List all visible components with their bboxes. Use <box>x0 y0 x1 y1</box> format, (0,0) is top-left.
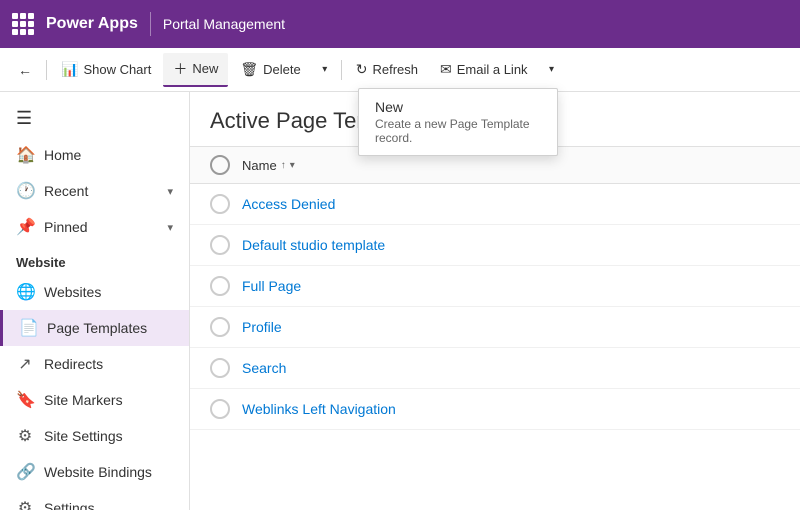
email-icon: ✉ <box>440 61 452 78</box>
portal-name: Portal Management <box>163 16 285 32</box>
new-dropdown-item[interactable]: New Create a new Page Template record. <box>359 93 557 151</box>
row-checkbox-2[interactable] <box>210 276 230 296</box>
row-link-0[interactable]: Access Denied <box>242 196 335 212</box>
cmd-separator-1 <box>46 60 47 80</box>
sidebar-item-site-markers[interactable]: 🔖 Site Markers <box>0 382 189 418</box>
site-settings-icon: ⚙ <box>16 426 34 446</box>
row-checkbox-0[interactable] <box>210 194 230 214</box>
column-name-header[interactable]: Name ↑ ▾ <box>242 158 295 173</box>
table-row: Default studio template <box>190 225 800 266</box>
pinned-icon: 📌 <box>16 217 34 237</box>
table-row: Access Denied <box>190 184 800 225</box>
table-row: Full Page <box>190 266 800 307</box>
app-launcher-icon[interactable] <box>12 13 34 35</box>
row-link-3[interactable]: Profile <box>242 319 282 335</box>
new-dropdown-popup: New Create a new Page Template record. <box>358 88 558 156</box>
sidebar-item-settings[interactable]: ⚙ Settings <box>0 490 189 510</box>
row-checkbox-4[interactable] <box>210 358 230 378</box>
app-name: Power Apps <box>46 15 138 33</box>
delete-chevron-button[interactable]: ▾ <box>313 56 337 84</box>
email-link-button[interactable]: ✉ Email a Link <box>430 55 538 84</box>
dropdown-item-desc: Create a new Page Template record. <box>375 117 541 145</box>
row-checkbox-1[interactable] <box>210 235 230 255</box>
websites-icon: 🌐 <box>16 282 34 302</box>
row-link-2[interactable]: Full Page <box>242 278 301 294</box>
website-bindings-icon: 🔗 <box>16 462 34 482</box>
command-bar: ← 📊 Show Chart ＋ New 🗑 Delete ▾ ↻ Refres… <box>0 48 800 92</box>
redirects-icon: ↗ <box>16 354 34 374</box>
table-row: Weblinks Left Navigation <box>190 389 800 430</box>
home-icon: 🏠 <box>16 145 34 165</box>
sidebar-item-home[interactable]: 🏠 Home <box>0 137 189 173</box>
cmd-separator-2 <box>341 60 342 80</box>
sidebar-section-website: Website <box>0 245 189 274</box>
back-icon: ← <box>18 62 32 78</box>
hamburger-icon: ☰ <box>16 108 32 129</box>
sidebar-item-website-bindings[interactable]: 🔗 Website Bindings <box>0 454 189 490</box>
sidebar-item-site-settings[interactable]: ⚙ Site Settings <box>0 418 189 454</box>
dropdown-item-title: New <box>375 99 541 115</box>
refresh-icon: ↻ <box>356 61 368 78</box>
sidebar-item-recent[interactable]: 🕐 Recent ▾ <box>0 173 189 209</box>
plus-icon: ＋ <box>173 59 187 79</box>
table-row: Profile <box>190 307 800 348</box>
topbar-divider <box>150 12 151 36</box>
sort-asc-icon: ↑ <box>281 160 286 171</box>
site-markers-icon: 🔖 <box>16 390 34 410</box>
show-chart-button[interactable]: 📊 Show Chart <box>51 55 161 84</box>
recent-expand-icon: ▾ <box>167 185 173 198</box>
refresh-button[interactable]: ↻ Refresh <box>346 55 428 84</box>
row-link-5[interactable]: Weblinks Left Navigation <box>242 401 396 417</box>
new-button[interactable]: ＋ New <box>163 53 228 87</box>
sidebar-hamburger-button[interactable]: ☰ <box>0 100 189 137</box>
more-chevron-button[interactable]: ▾ <box>540 56 564 84</box>
sidebar-item-pinned[interactable]: 📌 Pinned ▾ <box>0 209 189 245</box>
pinned-expand-icon: ▾ <box>167 221 173 234</box>
sidebar-item-page-templates[interactable]: 📄 Page Templates <box>0 310 189 346</box>
sidebar-item-redirects[interactable]: ↗ Redirects <box>0 346 189 382</box>
row-link-1[interactable]: Default studio template <box>242 237 385 253</box>
topbar: Power Apps Portal Management <box>0 0 800 48</box>
back-button[interactable]: ← <box>8 56 42 84</box>
row-checkbox-5[interactable] <box>210 399 230 419</box>
chart-icon: 📊 <box>61 61 78 78</box>
sidebar-item-websites[interactable]: 🌐 Websites <box>0 274 189 310</box>
page-templates-icon: 📄 <box>19 318 37 338</box>
row-checkbox-3[interactable] <box>210 317 230 337</box>
settings-icon: ⚙ <box>16 498 34 510</box>
row-link-4[interactable]: Search <box>242 360 286 376</box>
table-row: Search <box>190 348 800 389</box>
sidebar: ☰ 🏠 Home 🕐 Recent ▾ 📌 Pinned ▾ Website 🌐… <box>0 92 190 510</box>
delete-icon: 🗑 <box>240 61 258 78</box>
sort-toggle-icon: ▾ <box>290 160 295 171</box>
header-checkbox[interactable] <box>210 155 230 175</box>
recent-icon: 🕐 <box>16 181 34 201</box>
delete-button[interactable]: 🗑 Delete <box>230 55 310 84</box>
